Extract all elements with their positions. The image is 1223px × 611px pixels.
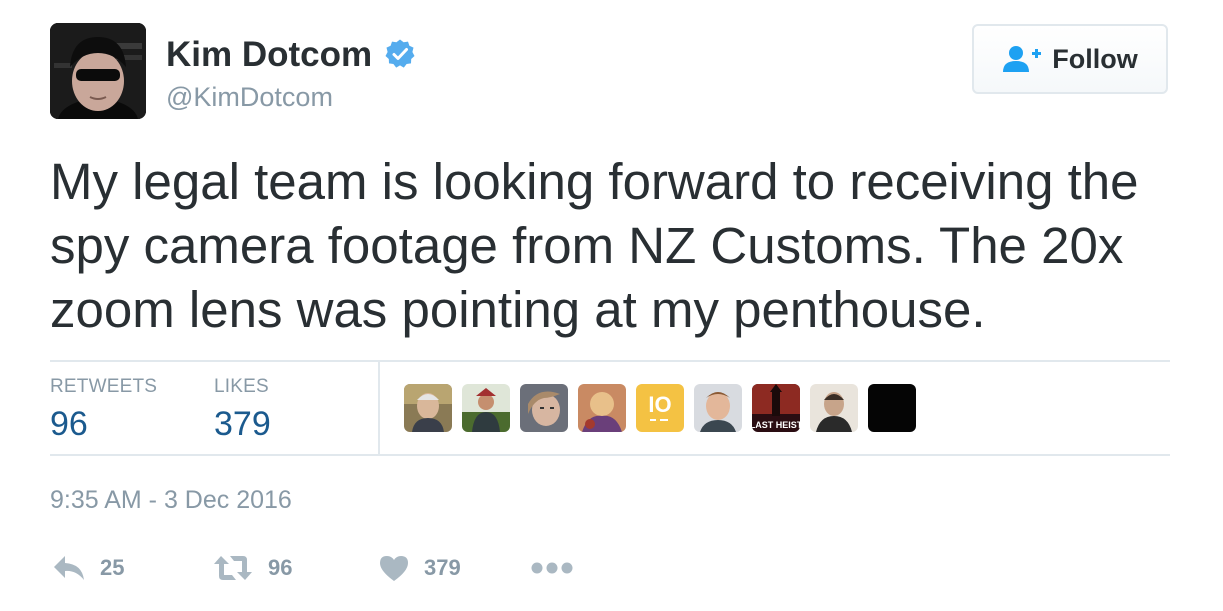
- stats-bottom-divider: [50, 454, 1170, 456]
- liker-avatar-6-image: [694, 384, 742, 432]
- reply-count: 25: [100, 555, 125, 580]
- retweet-icon: [214, 556, 252, 580]
- likes-stat[interactable]: LIKES 379: [214, 376, 271, 444]
- likes-stat-value: 379: [214, 405, 271, 443]
- liker-avatar-3[interactable]: [520, 384, 568, 432]
- liker-avatar-3-image: [520, 384, 568, 432]
- liker-avatar-8[interactable]: [810, 384, 858, 432]
- stats-separator: [378, 362, 380, 454]
- follow-button[interactable]: Follow: [972, 24, 1168, 94]
- retweets-stat-value: 96: [50, 405, 88, 443]
- more-icon: [531, 562, 573, 574]
- follow-user-icon: [1003, 46, 1042, 72]
- verified-badge-icon: [385, 39, 415, 68]
- liker-avatar-7-image: LAST HEIST: [752, 384, 800, 432]
- liker-avatar-7[interactable]: LAST HEIST: [752, 384, 800, 432]
- author-name[interactable]: Kim Dotcom: [166, 35, 372, 75]
- reply-button[interactable]: 25: [52, 548, 124, 588]
- liker-avatar-5[interactable]: IO: [636, 384, 684, 432]
- liker-avatar-1-image: [404, 384, 452, 432]
- liker-avatar-6[interactable]: [694, 384, 742, 432]
- liker-avatar-8-image: [810, 384, 858, 432]
- tweet-text: My legal team is looking forward to rece…: [50, 153, 1139, 338]
- liker-avatar-4-image: [578, 384, 626, 432]
- likes-stat-label: LIKES: [214, 376, 269, 397]
- stats-top-divider: [50, 360, 1170, 362]
- follow-button-label: Follow: [1052, 43, 1138, 74]
- author-avatar-image: [50, 23, 146, 119]
- author-avatar[interactable]: [50, 23, 146, 119]
- author-handle[interactable]: @KimDotcom: [166, 81, 333, 113]
- tweet-card: Kim Dotcom @KimDotcom Follow My legal te…: [0, 0, 1223, 611]
- liker-avatar-1[interactable]: [404, 384, 452, 432]
- liker-avatar-9[interactable]: [868, 384, 916, 432]
- reply-icon: [54, 556, 84, 580]
- like-button[interactable]: 379: [378, 548, 461, 588]
- tweet-timestamp[interactable]: 9:35 AM - 3 Dec 2016: [50, 485, 292, 515]
- retweet-count: 96: [268, 555, 293, 580]
- retweets-stat-label: RETWEETS: [50, 376, 158, 397]
- retweets-stat[interactable]: RETWEETS 96: [50, 376, 157, 444]
- liker-avatar-5-image: IO: [636, 384, 684, 432]
- heart-icon: [380, 556, 408, 581]
- retweet-button[interactable]: 96: [212, 548, 292, 588]
- like-count: 379: [424, 555, 461, 580]
- liker-avatar-5-text: IO: [648, 392, 671, 417]
- liker-avatar-4[interactable]: [578, 384, 626, 432]
- more-options-button[interactable]: [530, 548, 574, 588]
- liker-avatar-2[interactable]: [462, 384, 510, 432]
- liker-avatar-7-text: LAST HEIST: [752, 420, 800, 430]
- liker-avatar-9-image: [868, 384, 916, 432]
- liker-avatar-2-image: [462, 384, 510, 432]
